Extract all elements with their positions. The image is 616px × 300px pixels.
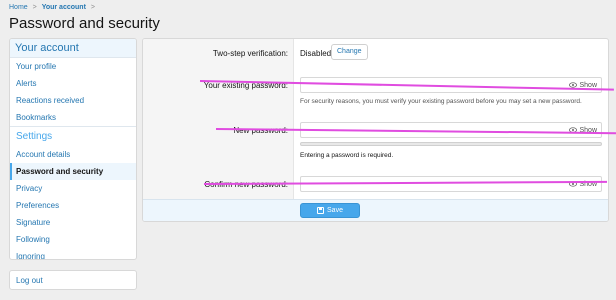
sidebar-item-your-profile[interactable]: Your profile: [10, 58, 136, 75]
password-strength-meter: [300, 142, 602, 146]
sidebar-item-signature[interactable]: Signature: [10, 214, 136, 231]
existing-password-hint: For security reasons, you must verify yo…: [300, 98, 582, 105]
form-footer: Save: [143, 199, 608, 221]
breadcrumb-separator: >: [90, 4, 95, 11]
sidebar-item-ignoring[interactable]: Ignoring: [10, 248, 136, 259]
two-step-status: Disabled: [300, 49, 332, 58]
sidebar-item-bookmarks[interactable]: Bookmarks: [10, 109, 136, 126]
sidebar-item-preferences[interactable]: Preferences: [10, 197, 136, 214]
sidebar-item-password-and-security[interactable]: Password and security: [10, 163, 136, 180]
new-password-hint: Entering a password is required.: [300, 152, 394, 159]
sidebar-item-privacy[interactable]: Privacy: [10, 180, 136, 197]
sidebar-item-account-details[interactable]: Account details: [10, 146, 136, 163]
page-title: Password and security: [9, 15, 160, 32]
account-sidebar: Your account Your profile Alerts Reactio…: [9, 38, 137, 260]
label-column: [143, 39, 294, 201]
two-step-label: Two-step verification:: [212, 49, 288, 58]
sidebar-item-following[interactable]: Following: [10, 231, 136, 248]
change-two-step-button[interactable]: Change: [331, 44, 368, 60]
sidebar-section-settings: Settings: [10, 126, 136, 146]
breadcrumb-home[interactable]: Home: [9, 4, 28, 11]
sidebar-item-reactions-received[interactable]: Reactions received: [10, 92, 136, 109]
sidebar-item-alerts[interactable]: Alerts: [10, 75, 136, 92]
save-button[interactable]: Save: [300, 203, 360, 218]
save-button-label: Save: [327, 207, 343, 214]
logout-link[interactable]: Log out: [9, 270, 137, 290]
breadcrumb-account[interactable]: Your account: [42, 4, 86, 11]
sidebar-header[interactable]: Your account: [10, 39, 136, 58]
breadcrumb-separator: >: [32, 4, 37, 11]
save-icon: [317, 207, 325, 214]
breadcrumb: Home > Your account >: [9, 4, 98, 11]
